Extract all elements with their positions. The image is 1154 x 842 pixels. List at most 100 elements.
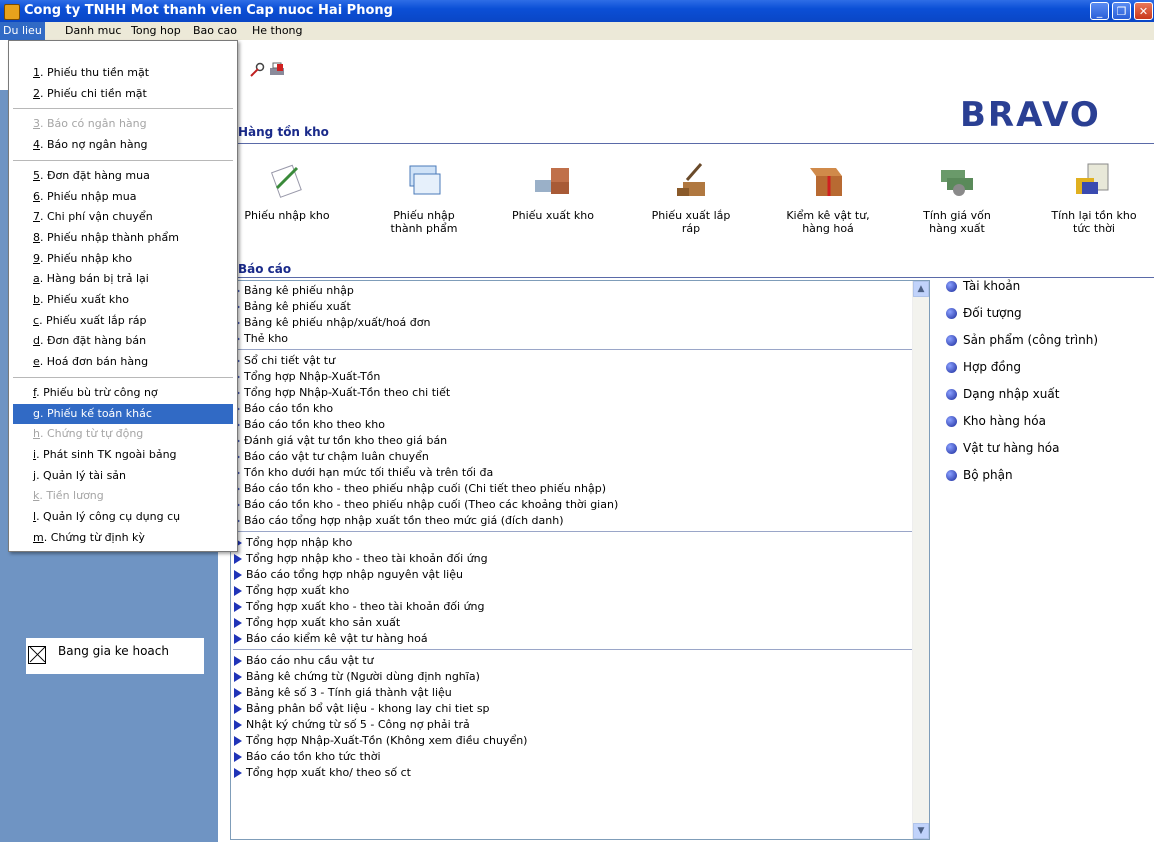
menu-item[interactable]: e. Hoá đơn bán hàng	[13, 352, 233, 372]
catalog-item[interactable]: Tài khoản	[946, 277, 1020, 295]
calculator-icon	[1076, 163, 1109, 194]
menu-item[interactable]: b. Phiếu xuất kho	[13, 290, 233, 310]
menu-he-thong[interactable]: He thong	[249, 22, 306, 40]
menu-item-label: . Hàng bán bị trả lại	[39, 272, 149, 286]
menu-item[interactable]: 5. Đơn đặt hàng mua	[13, 166, 233, 186]
report-item[interactable]: Bảng kê phiếu nhập/xuất/hoá đơn	[234, 315, 430, 331]
report-item-label: Tổng hợp nhập kho - theo tài khoản đối ứ…	[246, 552, 488, 565]
catalog-item[interactable]: Kho hàng hóa	[946, 412, 1046, 430]
menu-item: h. Chứng từ tự động	[13, 424, 233, 444]
scroll-down-button[interactable]: ▼	[913, 823, 929, 839]
menu-item-label: . Phiếu nhập mua	[40, 189, 137, 203]
menu-item[interactable]: a. Hàng bán bị trả lại	[13, 269, 233, 289]
report-item[interactable]: Bảng kê số 3 - Tính giá thành vật liệu	[234, 685, 452, 701]
report-item[interactable]: Nhật ký chứng từ số 5 - Công nợ phải trả	[234, 717, 470, 733]
menu-item-accelerator: h	[33, 427, 40, 441]
report-item[interactable]: Báo cáo tồn kho	[234, 401, 333, 417]
menu-item[interactable]: 6. Phiếu nhập mua	[13, 187, 233, 207]
report-item[interactable]: Tổng hợp xuất kho/ theo số ct	[234, 765, 411, 781]
inventory-shortcut-label: Phiếu xuất lắp ráp	[651, 209, 731, 235]
report-item[interactable]: Báo cáo kiểm kê vật tư hàng hoá	[234, 631, 428, 647]
report-item[interactable]: Bảng phân bổ vật liệu - khong lay chi ti…	[234, 701, 490, 717]
menu-item[interactable]: 9. Phiếu nhập kho	[13, 249, 233, 269]
inventory-shortcut[interactable]: Kiểm kê vật tư, hàng hoá	[768, 160, 888, 235]
report-item[interactable]: Báo cáo tổng hợp nhập xuất tồn theo mức …	[234, 513, 564, 529]
menu-item[interactable]: 8. Phiếu nhập thành phẩm	[13, 228, 233, 248]
menu-item: k. Tiền lương	[13, 486, 233, 506]
catalog-item[interactable]: Bộ phận	[946, 466, 1013, 484]
report-item-label: Báo cáo tồn kho tức thời	[246, 750, 381, 763]
menu-item[interactable]: l. Quản lý công cụ dụng cụ	[13, 507, 233, 527]
report-item[interactable]: Báo cáo tồn kho tức thời	[234, 749, 381, 765]
inventory-shortcut[interactable]: Phiếu nhập kho	[227, 160, 347, 222]
printer-icon[interactable]	[268, 62, 286, 78]
menu-item[interactable]: 1. Phiếu thu tiền mặt	[13, 63, 233, 83]
report-item[interactable]: Tổng hợp Nhập-Xuất-Tồn theo chi tiết	[234, 385, 450, 401]
report-item[interactable]: Báo cáo tổng hợp nhập nguyên vật liệu	[234, 567, 463, 583]
report-item-label: Bảng kê phiếu nhập/xuất/hoá đơn	[244, 316, 431, 329]
menu-danh-muc[interactable]: Danh muc	[62, 22, 124, 40]
report-scrollbar[interactable]: ▲ ▼	[912, 281, 929, 839]
menu-separator	[13, 108, 233, 110]
menu-item[interactable]: f. Phiếu bù trừ công nợ	[13, 383, 233, 403]
menu-item[interactable]: d. Đơn đặt hàng bán	[13, 331, 233, 351]
report-item[interactable]: Tổng hợp xuất kho	[234, 583, 349, 599]
menu-item[interactable]: 2. Phiếu chi tiền mặt	[13, 84, 233, 104]
report-item[interactable]: Báo cáo vật tư chậm luân chuyển	[234, 449, 429, 465]
inventory-shortcut[interactable]: Tính giá vốn hàng xuất	[897, 160, 1017, 235]
report-item[interactable]: Tổng hợp nhập kho - theo tài khoản đối ứ…	[234, 551, 488, 567]
report-item[interactable]: Sổ chi tiết vật tư	[234, 353, 335, 369]
restore-button[interactable]: ❐	[1112, 2, 1131, 20]
report-item[interactable]: Tổng hợp xuất kho - theo tài khoản đối ứ…	[234, 599, 485, 615]
report-item[interactable]: Tổng hợp xuất kho sản xuất	[234, 615, 400, 631]
close-button[interactable]: ✕	[1134, 2, 1153, 20]
report-item[interactable]: Tồn kho dưới hạn mức tối thiểu và trên t…	[234, 465, 493, 481]
menu-item[interactable]: j. Quản lý tài sản	[13, 466, 233, 486]
report-item[interactable]: Báo cáo nhu cầu vật tư	[234, 653, 374, 669]
report-item[interactable]: Bảng kê chứng từ (Người dùng định nghĩa)	[234, 669, 480, 685]
catalog-item-label: Kho hàng hóa	[963, 414, 1046, 428]
menu-item[interactable]: 7. Chi phí vận chuyển	[13, 207, 233, 227]
report-item[interactable]: Tổng hợp nhập kho	[234, 535, 352, 551]
report-item[interactable]: Đánh giá vật tư tồn kho theo giá bán	[234, 433, 447, 449]
minimize-button[interactable]: _	[1090, 2, 1109, 20]
bullet-icon	[946, 308, 957, 319]
catalog-item-label: Tài khoản	[963, 279, 1021, 293]
menu-bao-cao[interactable]: Bao cao	[190, 22, 240, 40]
report-item[interactable]: Tổng hợp Nhập-Xuất-Tồn (Không xem điều c…	[234, 733, 527, 749]
catalog-item[interactable]: Vật tư hàng hóa	[946, 439, 1060, 457]
report-item[interactable]: Báo cáo tồn kho - theo phiếu nhập cuối (…	[234, 481, 606, 497]
report-list[interactable]: Bảng kê phiếu nhập Bảng kê phiếu xuất Bảng…	[230, 280, 930, 840]
report-item[interactable]: Thẻ kho	[234, 331, 288, 347]
inventory-shortcut[interactable]: Phiếu xuất kho	[493, 160, 613, 222]
du-lieu-menu: 1. Phiếu thu tiền mặt 2. Phiếu chi tiền m…	[8, 40, 238, 552]
menu-item[interactable]: c. Phiếu xuất lắp ráp	[13, 311, 233, 331]
catalog-item[interactable]: Sản phẩm (công trình)	[946, 331, 1098, 349]
report-item[interactable]: Tổng hợp Nhập-Xuất-Tồn	[234, 369, 380, 385]
catalog-item[interactable]: Hợp đồng	[946, 358, 1021, 376]
key-tool-icon[interactable]	[248, 62, 266, 78]
menu-item[interactable]: 4. Báo nợ ngân hàng	[13, 135, 233, 155]
inventory-shortcut-label: Phiếu nhập kho	[244, 209, 330, 222]
report-item[interactable]: Báo cáo tồn kho - theo phiếu nhập cuối (…	[234, 497, 618, 513]
inventory-shortcut[interactable]: Tính lại tồn kho tức thời	[1034, 160, 1154, 235]
menu-tong-hop[interactable]: Tong hop	[128, 22, 184, 40]
inventory-shortcut[interactable]: Phiếu nhập thành phẩm	[364, 160, 484, 235]
report-item[interactable]: Báo cáo tồn kho theo kho	[234, 417, 385, 433]
scroll-up-button[interactable]: ▲	[913, 281, 929, 297]
report-item[interactable]: Bảng kê phiếu nhập	[234, 283, 354, 299]
catalog-item[interactable]: Đối tượng	[946, 304, 1022, 322]
inventory-shortcut[interactable]: Phiếu xuất lắp ráp	[631, 160, 751, 235]
menu-du-lieu[interactable]: Du lieu	[0, 22, 45, 40]
menu-bar: Du lieu Danh muc Tong hop Bao cao He tho…	[0, 22, 1154, 41]
triangle-bullet-icon	[234, 688, 242, 698]
menu-item[interactable]: m. Chứng từ định kỳ	[13, 528, 233, 548]
menu-item-label: . Phiếu kế toán khác	[39, 406, 152, 420]
inventory-shortcut-label: Tính giá vốn hàng xuất	[923, 209, 991, 235]
catalog-item[interactable]: Dạng nhập xuất	[946, 385, 1059, 403]
bullet-icon	[946, 470, 957, 481]
menu-item[interactable]: g. Phiếu kế toán khác	[13, 403, 233, 424]
menu-item[interactable]: i. Phát sinh TK ngoài bảng	[13, 445, 233, 465]
report-item[interactable]: Bảng kê phiếu xuất	[234, 299, 351, 315]
left-panel-item[interactable]: Bang gia ke hoach	[26, 638, 204, 674]
